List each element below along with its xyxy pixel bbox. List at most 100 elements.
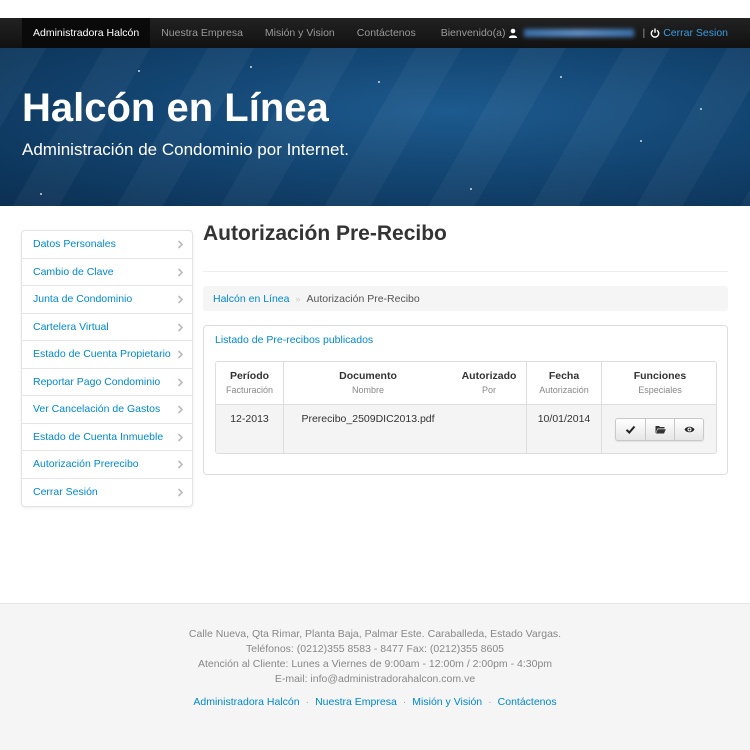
chevron-right-icon <box>177 460 184 469</box>
prerecibos-panel: Listado de Pre-recibos publicados Períod… <box>203 325 728 475</box>
sidebar-item-label: Ver Cancelación de Gastos <box>33 403 161 416</box>
footer-email: E-mail: info@administradorahalcon.com.ve <box>274 673 476 685</box>
column-title: Fecha <box>548 370 580 382</box>
breadcrumb-current: Autorización Pre-Recibo <box>306 292 420 305</box>
banner-sparkle <box>700 108 702 110</box>
sidebar-item-label: Junta de Condominio <box>33 293 133 306</box>
nav-item-mision[interactable]: Misión y Vision <box>254 18 346 48</box>
sidebar-item-datos-personales[interactable]: Datos Personales <box>22 231 192 259</box>
sidebar-item-label: Autorización Prerecibo <box>33 458 139 471</box>
footer-links: Administradora Halcón · Nuestra Empresa · Mi… <box>0 696 750 708</box>
sidebar-item-estado-propietario[interactable]: Estado de Cuenta Propietario <box>22 341 192 369</box>
sidebar-item-cartelera[interactable]: Cartelera Virtual <box>22 314 192 341</box>
footer-separator: · <box>488 696 492 708</box>
banner-sparkle <box>138 70 140 72</box>
sidebar-item-label: Cartelera Virtual <box>33 320 109 333</box>
footer-link-mision[interactable]: Misión y Visión <box>412 696 482 708</box>
cell-documento: Prerecibo_2509DIC2013.pdf <box>283 405 452 453</box>
column-subtitle: Por <box>481 385 496 395</box>
column-title: Autorizado <box>461 370 517 382</box>
banner-sparkle <box>250 66 252 68</box>
sidebar-item-cambio-clave[interactable]: Cambio de Clave <box>22 259 192 286</box>
banner-sparkle <box>560 76 562 78</box>
sidebar-item-cerrar-sesion[interactable]: Cerrar Sesión <box>22 479 192 507</box>
authorize-button[interactable] <box>616 419 645 440</box>
chevron-right-icon <box>177 295 184 304</box>
view-button[interactable] <box>674 419 703 440</box>
header-periodo: Período Facturación <box>216 362 283 404</box>
sidebar-item-label: Reportar Pago Condominio <box>33 375 161 388</box>
cell-autorizado <box>452 405 526 453</box>
nav-item-contacto[interactable]: Contáctenos <box>346 18 427 48</box>
welcome-text: Bienvenido(a) <box>440 27 506 39</box>
sidebar-item-estado-inmueble[interactable]: Estado de Cuenta Inmueble <box>22 424 192 451</box>
chevron-right-icon <box>177 240 184 249</box>
sidebar-item-junta[interactable]: Junta de Condominio <box>22 286 192 314</box>
user-icon <box>509 28 518 38</box>
cell-text: Prerecibo_2509DIC2013.pdf <box>301 413 435 425</box>
site-subtitle: Administración de Condominio por Interne… <box>22 140 349 159</box>
cell-funciones <box>601 405 716 453</box>
user-area: Bienvenido(a) | Cerrar Sesion <box>441 27 728 39</box>
footer: Calle Nueva, Qta Rimar, Planta Baja, Pal… <box>0 603 750 750</box>
chevron-right-icon <box>177 350 184 359</box>
breadcrumb-home[interactable]: Halcón en Línea <box>213 293 289 305</box>
chevron-right-icon <box>177 405 184 414</box>
footer-link-administradora[interactable]: Administradora Halcón <box>193 696 299 708</box>
banner-sparkle <box>378 81 380 83</box>
sidebar-item-label: Estado de Cuenta Propietario <box>33 348 171 361</box>
chevron-right-icon <box>177 322 184 332</box>
chevron-right-icon <box>177 487 184 497</box>
column-title: Documento <box>339 370 397 382</box>
sidebar-item-cancelacion[interactable]: Ver Cancelación de Gastos <box>22 396 192 424</box>
sidebar-item-autorizacion[interactable]: Autorización Prerecibo <box>22 451 192 479</box>
footer-address: Calle Nueva, Qta Rimar, Planta Baja, Pal… <box>188 628 562 640</box>
column-subtitle: Nombre <box>351 385 384 395</box>
open-folder-button[interactable] <box>645 419 674 440</box>
chevron-right-icon <box>177 267 184 277</box>
power-icon[interactable] <box>650 28 660 38</box>
banner-sparkle <box>640 140 642 142</box>
banner-sparkle <box>470 188 472 190</box>
footer-phones: Teléfonos: (0212)355 8583 - 8477 Fax: (0… <box>245 643 505 655</box>
footer-link-contacto[interactable]: Contáctenos <box>498 696 557 708</box>
breadcrumb-separator: » <box>295 293 301 304</box>
cell-periodo: 12-2013 <box>216 405 283 453</box>
cell-text: 10/01/2014 <box>537 413 591 425</box>
chevron-right-icon <box>177 377 184 387</box>
blurred-username <box>524 29 635 37</box>
sidebar-item-label: Estado de Cuenta Inmueble <box>33 430 164 443</box>
check-icon <box>625 425 636 434</box>
column-subtitle: Facturación <box>225 385 274 395</box>
site-title: Halcón en Línea <box>22 86 329 130</box>
header-funciones: Funciones Especiales <box>601 362 716 404</box>
nav-item-administradora[interactable]: Administradora Halcón <box>22 18 151 48</box>
folder-open-icon <box>655 426 666 434</box>
top-navbar: Administradora Halcón Nuestra Empresa Mi… <box>0 18 750 48</box>
banner-sparkle <box>40 193 42 195</box>
sidebar-item-label: Datos Personales <box>33 238 116 251</box>
header-documento: Documento Nombre <box>283 362 452 404</box>
prerecibos-table: Período Facturación Documento Nombre Aut… <box>215 361 717 454</box>
nav-item-empresa[interactable]: Nuestra Empresa <box>150 18 254 48</box>
sidebar-item-reportar-pago[interactable]: Reportar Pago Condominio <box>22 369 192 396</box>
column-subtitle: Autorización <box>539 385 589 395</box>
column-subtitle: Especiales <box>638 385 682 395</box>
chevron-right-icon <box>177 432 184 442</box>
table-row: 12-2013 Prerecibo_2509DIC2013.pdf 10/01/… <box>216 405 716 453</box>
footer-link-empresa[interactable]: Nuestra Empresa <box>315 696 397 708</box>
cell-fecha: 10/01/2014 <box>526 405 601 453</box>
table-header: Período Facturación Documento Nombre Aut… <box>216 362 716 405</box>
sidebar-menu: Datos Personales Cambio de Clave Junta d… <box>21 230 193 507</box>
hero-banner: Halcón en Línea Administración de Condom… <box>0 48 750 206</box>
logout-link[interactable]: Cerrar Sesion <box>663 27 728 39</box>
column-title: Funciones <box>633 370 687 382</box>
eye-icon <box>684 426 694 433</box>
column-title: Período <box>229 370 270 382</box>
header-autorizado: Autorizado Por <box>452 362 526 404</box>
separator: | <box>642 27 646 39</box>
footer-separator: · <box>402 696 407 708</box>
divider <box>203 271 728 272</box>
sidebar-item-label: Cerrar Sesión <box>33 486 98 499</box>
nav-menu: Administradora Halcón Nuestra Empresa Mi… <box>22 18 427 48</box>
